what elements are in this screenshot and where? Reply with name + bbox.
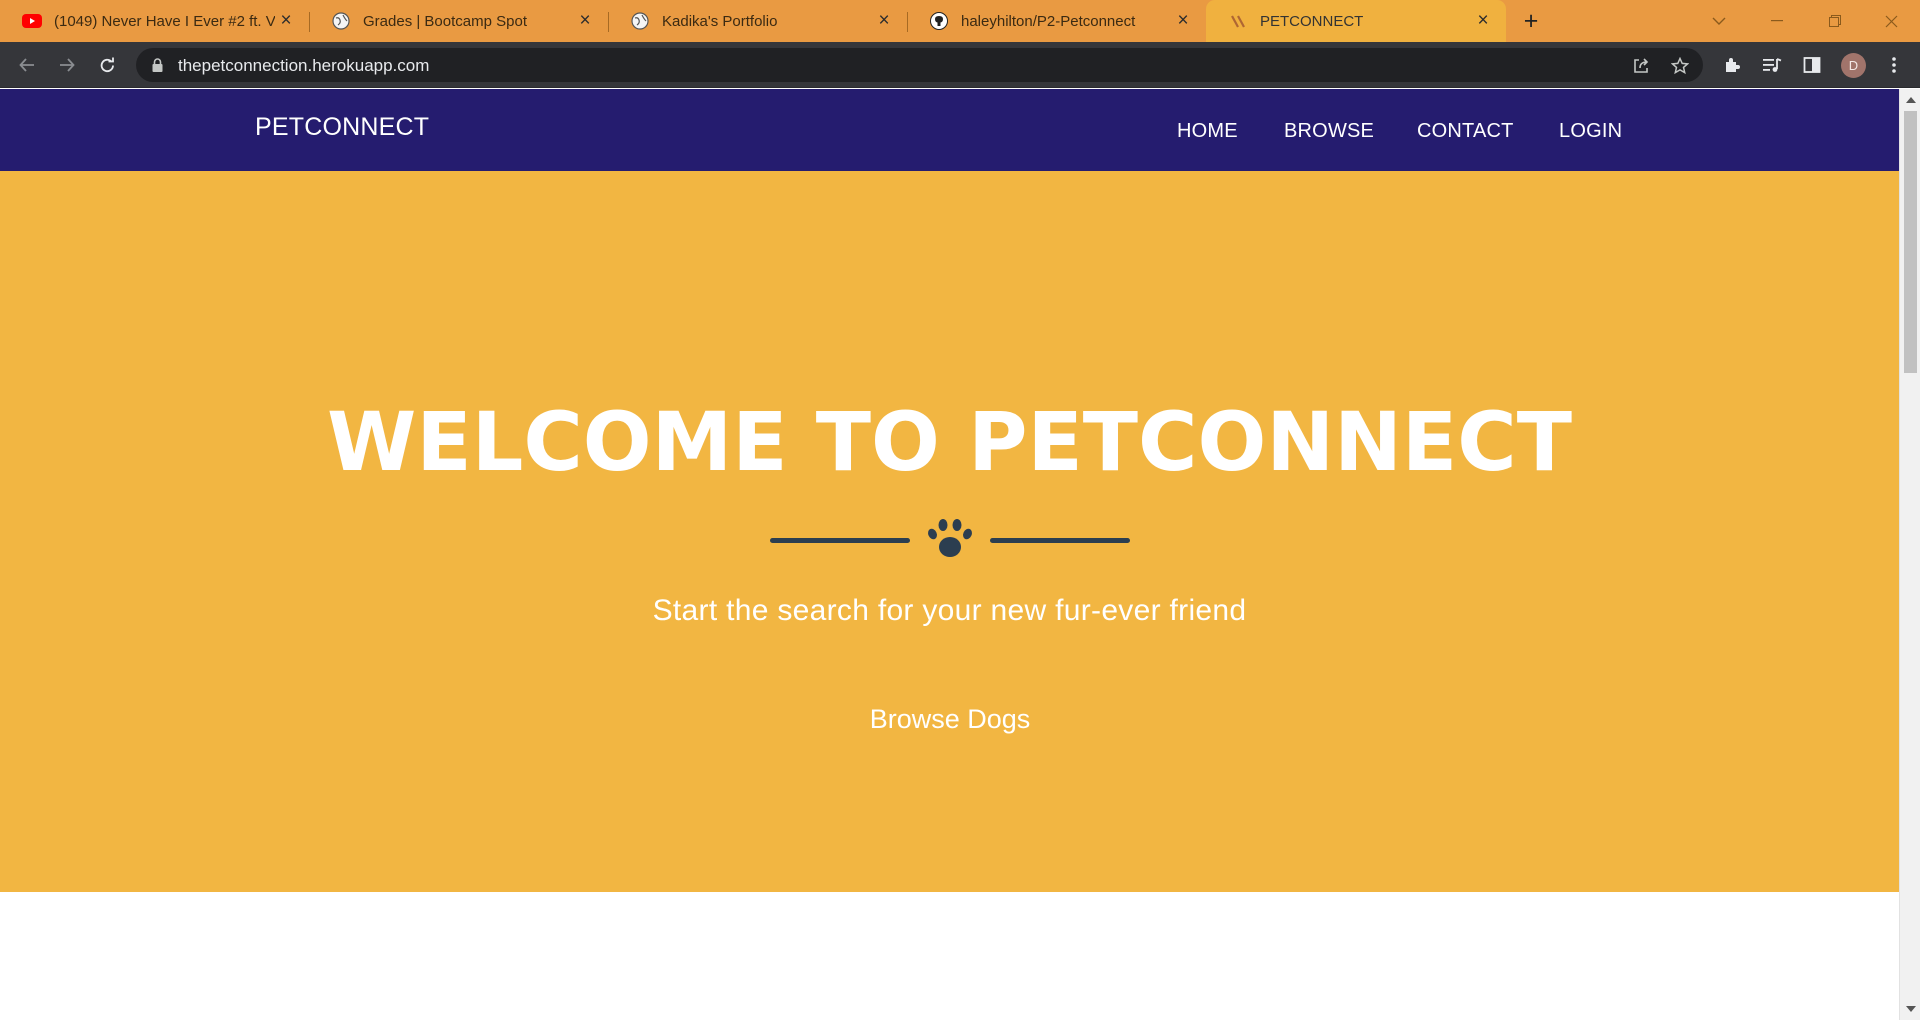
tab-title: PETCONNECT <box>1260 12 1364 30</box>
tab-title: haleyhilton/P2-Petconnect <box>961 12 1136 30</box>
site-brand[interactable]: PETCONNECT <box>255 113 429 142</box>
page-scrollbar[interactable] <box>1899 89 1920 1020</box>
globe-icon <box>331 11 351 31</box>
restore-button[interactable] <box>1806 0 1864 42</box>
scroll-down-arrow[interactable] <box>1906 1006 1916 1012</box>
close-icon[interactable]: × <box>1172 10 1194 32</box>
site-navbar: PETCONNECT HOME BROWSE CONTACT LOGIN <box>0 89 1899 171</box>
forward-button[interactable] <box>52 50 82 80</box>
page-viewport: PETCONNECT HOME BROWSE CONTACT LOGIN WEL… <box>0 89 1899 1020</box>
tab-title: Kadika's Portfolio <box>662 12 778 30</box>
scroll-thumb[interactable] <box>1904 111 1917 373</box>
globe-icon <box>630 11 650 31</box>
browser-tab-youtube[interactable]: (1049) Never Have I Ever #2 ft. Vo × <box>0 0 310 42</box>
extensions-icon[interactable] <box>1720 53 1744 77</box>
close-icon[interactable]: × <box>1472 10 1494 32</box>
nav-link-browse[interactable]: BROWSE <box>1284 120 1374 143</box>
side-panel-icon[interactable] <box>1800 53 1824 77</box>
media-control-icon[interactable] <box>1760 53 1784 77</box>
tab-search-icon[interactable] <box>1690 0 1748 42</box>
profile-avatar[interactable]: D <box>1841 53 1866 78</box>
close-icon[interactable]: × <box>574 10 596 32</box>
nav-link-login[interactable]: LOGIN <box>1559 120 1622 143</box>
scroll-up-arrow[interactable] <box>1906 97 1916 103</box>
close-icon[interactable]: × <box>275 10 297 32</box>
close-window-button[interactable] <box>1862 0 1920 42</box>
close-icon[interactable]: × <box>873 10 895 32</box>
youtube-icon <box>22 11 42 31</box>
bookmark-star-icon[interactable] <box>1668 54 1692 78</box>
lock-icon[interactable] <box>152 58 163 72</box>
hero-section: WELCOME TO PETCONNECT Start the search f… <box>0 171 1899 892</box>
menu-kebab-icon[interactable] <box>1882 53 1906 77</box>
browser-tab-github[interactable]: haleyhilton/P2-Petconnect × <box>907 0 1206 42</box>
reload-button[interactable] <box>92 50 122 80</box>
hero-divider <box>0 514 1899 564</box>
browse-dogs-button[interactable]: Browse Dogs <box>847 693 1053 745</box>
back-button[interactable] <box>12 50 42 80</box>
browser-tab-portfolio[interactable]: Kadika's Portfolio × <box>608 0 908 42</box>
tab-title: Grades | Bootcamp Spot <box>363 12 527 30</box>
new-tab-button[interactable]: + <box>1516 6 1546 36</box>
github-icon <box>929 11 949 31</box>
browser-tab-strip: (1049) Never Have I Ever #2 ft. Vo × Gra… <box>0 0 1920 42</box>
nav-link-home[interactable]: HOME <box>1177 120 1238 143</box>
hero-title: WELCOME TO PETCONNECT <box>327 396 1572 490</box>
hero-subtitle: Start the search for your new fur-ever f… <box>652 594 1247 627</box>
browser-tab-petconnect[interactable]: PETCONNECT × <box>1206 0 1506 42</box>
tab-title: (1049) Never Have I Ever #2 ft. Vo <box>54 12 275 30</box>
nav-link-contact[interactable]: CONTACT <box>1417 120 1514 143</box>
browser-toolbar: thepetconnection.herokuapp.com D <box>0 42 1920 88</box>
url-text[interactable]: thepetconnection.herokuapp.com <box>178 56 429 76</box>
site-icon <box>1228 11 1248 31</box>
address-bar[interactable]: thepetconnection.herokuapp.com <box>136 48 1703 82</box>
share-icon[interactable] <box>1629 54 1653 78</box>
divider-line-left <box>770 538 910 543</box>
minimize-button[interactable] <box>1748 0 1806 42</box>
divider-line-right <box>990 538 1130 543</box>
paw-icon <box>928 519 972 557</box>
browser-tab-grades[interactable]: Grades | Bootcamp Spot × <box>309 0 609 42</box>
